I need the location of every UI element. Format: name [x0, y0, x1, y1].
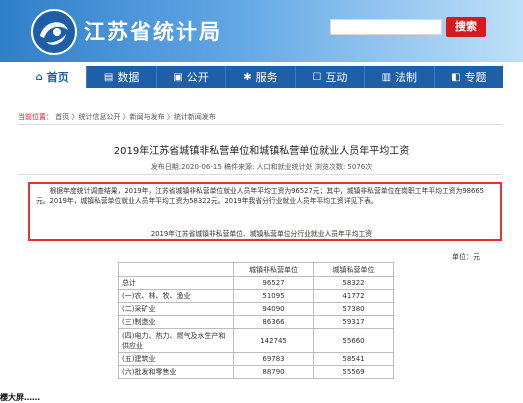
table-cell: 94090: [233, 302, 314, 316]
table-cell: (四)电力、热力、燃气及水生产和供应业: [118, 328, 234, 353]
nav-item-label: 数据: [117, 71, 140, 84]
table-row: (一)农、林、牧、渔业 51095 41772: [118, 289, 394, 303]
bottom-text: 樱大屏……: [0, 393, 40, 402]
table-cell: 59317: [313, 315, 394, 329]
nav-item-label: 公开: [186, 71, 209, 84]
table-header: 城镇私营单位: [313, 262, 394, 277]
table-cell: 88790: [233, 365, 314, 379]
table-cell: 55569: [313, 365, 394, 379]
table-row: (四)电力、热力、燃气及水生产和供应业 142745 55660: [118, 328, 394, 353]
table-cell: (一)农、林、牧、渔业: [118, 289, 234, 303]
nav-item-label: 专题: [464, 71, 487, 84]
table-row: (五)建筑业 69783 58541: [118, 352, 394, 366]
home-icon: ⌂: [35, 71, 43, 83]
nav-item-label: 法制: [395, 71, 418, 84]
table-header: [118, 262, 234, 277]
table-row: (二)采矿业 94090 57380: [118, 302, 394, 316]
article-paragraph: 根据年度统计调查结果，2019年，江苏省城镇非私营单位就业人员年平均工资为965…: [36, 187, 484, 205]
data-icon: ▤: [103, 71, 114, 83]
breadcrumb-path[interactable]: 首页 〉统计信息公开 〉新闻与发布 〉统计新闻发布: [55, 113, 216, 121]
logo-icon[interactable]: [30, 8, 78, 56]
unit-label: 单位：元: [452, 253, 480, 261]
table-cell: 58322: [313, 276, 394, 290]
site-header: 江苏省统计局 搜索: [0, 0, 523, 62]
gear-icon: ✱: [243, 71, 252, 83]
table-row: 总计 96527 58322: [118, 276, 394, 290]
nav-item-label: 首页: [46, 71, 69, 84]
table-cell: 58541: [313, 352, 394, 366]
table-cell: (五)建筑业: [118, 352, 234, 366]
nav-item-service[interactable]: ✱ 服务: [226, 66, 296, 88]
breadcrumb-label: 当前位置: [18, 113, 46, 121]
site-name[interactable]: 江苏省统计局: [84, 16, 222, 46]
chat-icon: ☐: [312, 71, 322, 83]
nav-item-interact[interactable]: ☐ 互动: [296, 66, 366, 88]
table-cell: 41772: [313, 289, 394, 303]
table-cell: 96527: [233, 276, 314, 290]
table-cell: 55660: [313, 328, 394, 353]
search-input[interactable]: [330, 19, 442, 35]
nav-item-topic[interactable]: ◧ 专题: [435, 66, 503, 88]
table-cell: 142745: [233, 328, 314, 353]
document-icon: ▣: [173, 71, 183, 83]
divider: [18, 124, 503, 125]
table-cell: 57380: [313, 302, 394, 316]
nav-item-public[interactable]: ▣ 公开: [157, 66, 227, 88]
table-cell: (三)制造业: [118, 315, 234, 329]
divider: [18, 174, 503, 175]
table-cell: 总计: [118, 276, 234, 290]
topic-icon: ◧: [451, 71, 461, 83]
table-cell: (二)采矿业: [118, 302, 234, 316]
table-row: (三)制造业 86366 59317: [118, 315, 394, 329]
table-caption: 2019年江苏省城镇非私营单位、城镇私营单位分行业就业人员年平均工资: [150, 230, 373, 238]
nav-item-law[interactable]: ▥ 法制: [365, 66, 435, 88]
table-cell: (六)批发和零售业: [118, 365, 234, 379]
table-row: (六)批发和零售业 88790 55569: [118, 365, 394, 379]
wage-table: 城镇非私营单位 城镇私营单位 总计 96527 58322 (一)农、林、牧、渔…: [118, 262, 394, 379]
nav-item-data[interactable]: ▤ 数据: [87, 66, 157, 88]
nav-item-label: 服务: [255, 71, 278, 84]
table-cell: 86366: [233, 315, 314, 329]
main-nav: ⌂ 首页 ▤ 数据 ▣ 公开 ✱ 服务 ☐ 互动 ▥ 法制 ◧ 专题: [18, 66, 503, 88]
page-title: 2019年江苏省城镇非私营单位和城镇私营单位就业人员年平均工资: [113, 146, 410, 157]
nav-item-home[interactable]: ⌂ 首页: [18, 66, 88, 88]
table-cell: 69783: [233, 352, 314, 366]
breadcrumb: 当前位置： 首页 〉统计信息公开 〉新闻与发布 〉统计新闻发布: [18, 113, 216, 121]
search-button[interactable]: 搜索: [446, 17, 486, 37]
article-meta: 发布日期:2020-06-15 稿件来源: 人口和就业统计处 浏览次数: 507…: [150, 163, 373, 171]
table-header-row: 城镇非私营单位 城镇私营单位: [118, 262, 394, 277]
law-icon: ▥: [381, 71, 392, 83]
nav-item-label: 互动: [325, 71, 348, 84]
table-header: 城镇非私营单位: [233, 262, 314, 277]
table-cell: 51095: [233, 289, 314, 303]
